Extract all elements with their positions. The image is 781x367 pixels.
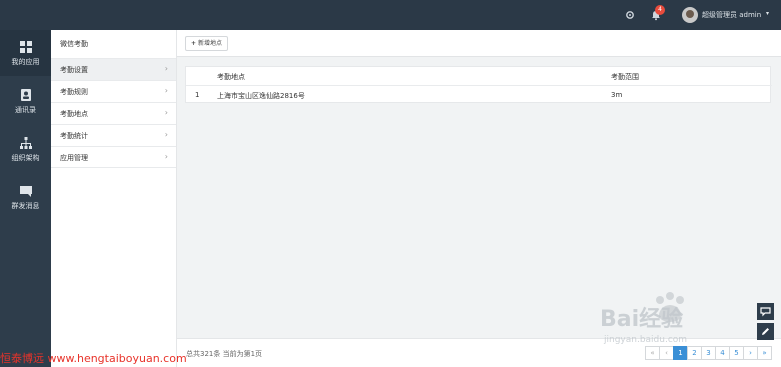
row-location: 上海市宝山区逸仙路2816号 [217,92,305,100]
subnav-item-label: 应用管理 [60,154,88,162]
subnav-item-label: 考勤规则 [60,88,88,96]
chevron-down-icon[interactable]: ▾ [766,10,769,17]
chat-icon[interactable] [757,303,774,320]
watermark-logo-text: Bai经验 [600,306,683,332]
message-icon [19,186,32,197]
subnav-item-label: 考勤统计 [60,132,88,140]
first-page-button[interactable]: « [645,346,660,360]
page-button-1[interactable]: 1 [673,346,688,360]
page-button-4[interactable]: 4 [715,346,730,360]
add-location-button[interactable]: + 新增地点 [185,36,229,51]
org-chart-icon [19,137,32,149]
locations-table: 考勤地点 考勤范围 1 上海市宝山区逸仙路2816号 3m [185,66,772,103]
chevron-right-icon: › [164,130,168,139]
page-button-3[interactable]: 3 [701,346,716,360]
sidebar-item-org-structure[interactable]: 组织架构 [0,126,51,172]
subnav-item-attendance-rules[interactable]: 考勤规则 › [51,80,176,102]
row-index: 1 [195,91,200,99]
next-page-button[interactable]: › [743,346,758,360]
watermark-logo-url: jingyan.baidu.com [603,335,687,345]
sidebar-item-label: 通讯录 [15,106,36,114]
avatar[interactable] [682,7,698,23]
sub-sidebar: 微信考勤 考勤设置 › 考勤规则 › 考勤地点 › 考勤统计 › 应用管理 › [51,30,177,367]
chevron-right-icon: › [164,152,168,161]
prev-page-button[interactable]: ‹ [659,346,674,360]
subnav-item-attendance-settings[interactable]: 考勤设置 › [51,58,176,80]
sidebar-item-label: 组织架构 [11,154,40,162]
contacts-icon [20,89,31,101]
subnav-item-label: 考勤设置 [60,66,88,74]
table-header-row: 考勤地点 考勤范围 [186,67,772,86]
column-header-location: 考勤地点 [217,73,245,81]
grid-icon [19,41,32,53]
page-button-5[interactable]: 5 [729,346,744,360]
baidu-watermark-logo: Bai经验 jingyan.baidu.com [600,292,687,345]
subnav-item-attendance-stats[interactable]: 考勤统计 › [51,124,176,146]
page-button-2[interactable]: 2 [687,346,702,360]
settings-icon[interactable] [624,9,636,21]
sidebar-item-my-apps[interactable]: 我的应用 [0,30,51,76]
column-header-range: 考勤范围 [611,73,639,81]
pagination: « ‹ 1 2 3 4 5 › » [645,346,772,360]
subnav-item-attendance-locations[interactable]: 考勤地点 › [51,102,176,124]
sidebar-item-label: 我的应用 [11,58,40,66]
top-bar: 4 超级管理员 admin ▾ [0,0,781,30]
sidebar-item-label: 群发消息 [11,202,40,210]
edit-icon[interactable] [757,323,774,340]
subnav-item-label: 考勤地点 [60,110,88,118]
left-sidebar: 我的应用 通讯录 组织架构 群发消息 [0,30,51,367]
total-count-text: 总共321条 当前为第1页 [186,350,263,358]
sidebar-item-mass-message[interactable]: 群发消息 [0,174,51,220]
sidebar-item-contacts[interactable]: 通讯录 [0,78,51,124]
watermark-text: 恒泰博远 www.hengtaiboyuan.com [0,352,187,365]
plus-icon: + [191,40,197,47]
add-location-label: 新增地点 [198,40,223,47]
chevron-right-icon: › [164,108,168,117]
last-page-button[interactable]: » [757,346,772,360]
toolbar: + 新增地点 [177,30,781,57]
notification-badge: 4 [655,5,665,15]
row-range: 3m [611,91,623,99]
subnav-item-app-management[interactable]: 应用管理 › [51,146,176,168]
chevron-right-icon: › [164,86,168,95]
subnav-title: 微信考勤 [60,40,88,48]
table-row[interactable]: 1 上海市宝山区逸仙路2816号 3m [186,86,772,103]
chevron-right-icon: › [164,64,168,73]
user-name[interactable]: 超级管理员 admin [702,10,761,20]
